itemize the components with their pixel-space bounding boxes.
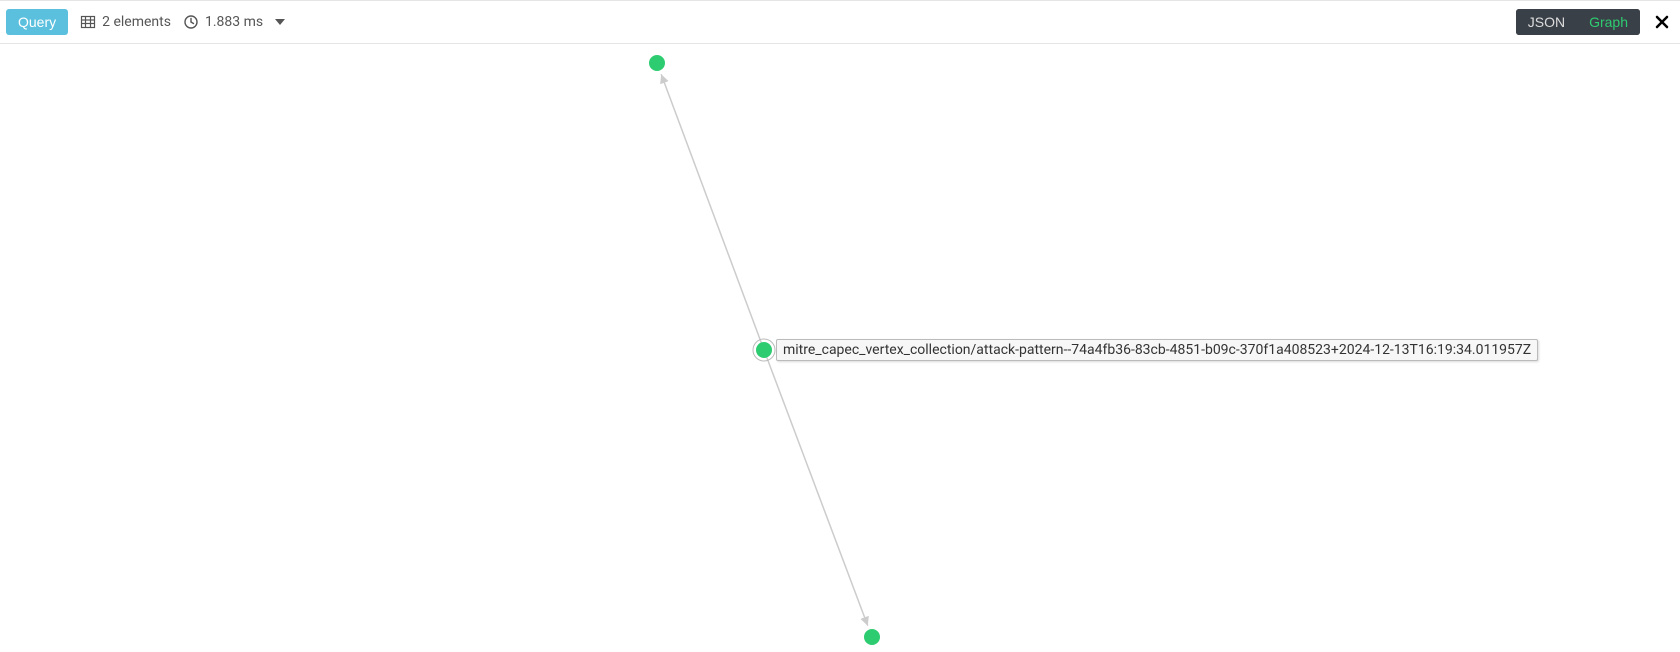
query-button[interactable]: Query [6,9,68,35]
close-icon[interactable] [1650,10,1674,34]
graph-edge[interactable] [767,357,868,625]
graph-node[interactable] [649,55,665,71]
view-json-button[interactable]: JSON [1516,9,1577,35]
elements-count[interactable]: 2 elements [80,14,171,30]
clock-icon [183,14,199,30]
query-timing[interactable]: 1.883 ms [183,14,263,30]
view-toggle: JSON Graph [1516,9,1640,35]
graph-viewport[interactable]: mitre_capec_vertex_collection/attack-pat… [0,44,1680,652]
graph-node[interactable] [864,629,880,645]
view-graph-button[interactable]: Graph [1577,9,1640,35]
query-timing-label: 1.883 ms [205,14,263,30]
toolbar: Query 2 elements 1. [0,0,1680,44]
node-tooltip: mitre_capec_vertex_collection/attack-pat… [776,339,1538,361]
graph-node[interactable] [756,342,772,358]
chevron-down-icon[interactable] [275,19,285,25]
toolbar-right: JSON Graph [1516,9,1674,35]
table-icon [80,14,96,30]
elements-count-label: 2 elements [102,14,171,30]
graph-edge[interactable] [661,74,761,342]
